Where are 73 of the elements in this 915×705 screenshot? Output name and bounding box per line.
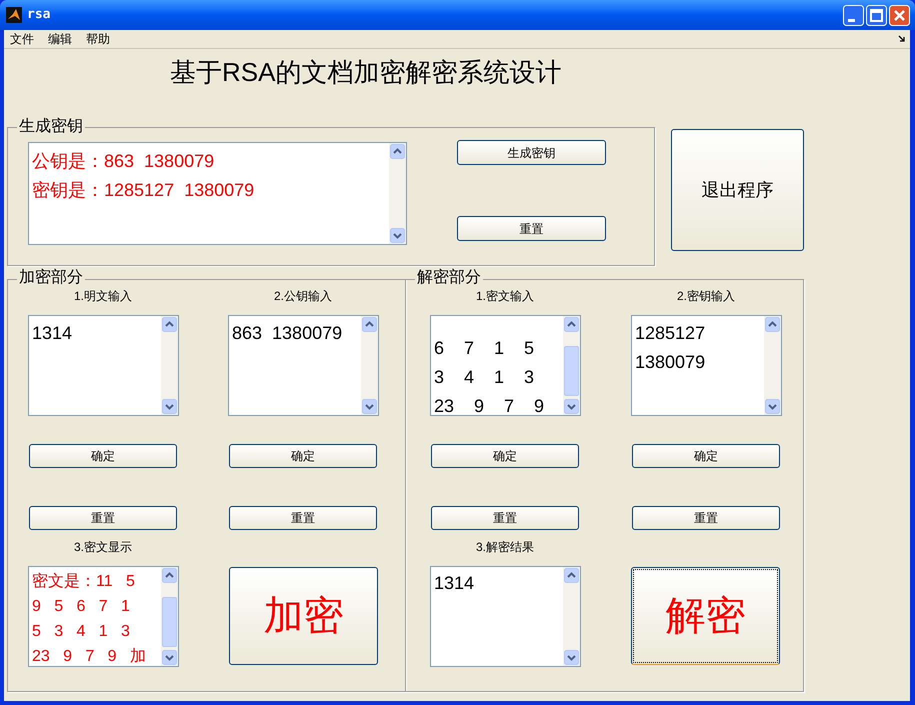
window-title: rsa (27, 7, 50, 23)
field-label: 3.解密结果 (476, 540, 534, 554)
scroll-up-icon[interactable] (390, 144, 405, 159)
scroll-up-icon[interactable] (362, 317, 377, 332)
text-line: 6 7 1 5 (434, 337, 534, 360)
scroll-down-icon[interactable] (564, 650, 579, 665)
field-label: 3.密文显示 (74, 540, 132, 554)
field-label: 1.明文输入 (74, 289, 132, 303)
scroll-up-icon[interactable] (162, 568, 177, 583)
panel-button[interactable]: 确定 (229, 444, 377, 468)
text-box[interactable]: 1314 (28, 315, 179, 416)
panel-button[interactable]: 重置 (457, 216, 606, 241)
scroll-up-icon[interactable] (765, 317, 780, 332)
text-box[interactable]: 6 7 1 5 3 4 1 3 23 9 7 9 (430, 315, 581, 416)
scrollbar[interactable] (161, 316, 178, 415)
panel-button[interactable]: 重置 (29, 506, 177, 530)
scroll-down-icon[interactable] (765, 399, 780, 414)
scrollbar[interactable] (563, 316, 580, 415)
panel-button[interactable]: 生成密钥 (457, 140, 606, 165)
scroll-down-icon[interactable] (564, 399, 579, 414)
action-button[interactable]: 解密 (631, 567, 780, 665)
scroll-down-icon[interactable] (390, 228, 405, 243)
text-line: 1285127 (635, 322, 706, 345)
text-line: 23 9 7 9 加 (32, 646, 146, 666)
scrollbar[interactable] (764, 316, 781, 415)
menu-item[interactable]: 编辑 (48, 32, 72, 46)
text-box[interactable]: 公钥是：863 1380079 密钥是：1285127 1380079 (28, 142, 407, 245)
scroll-up-icon[interactable] (162, 317, 177, 332)
text-line: 1314 (32, 322, 72, 345)
panel-button[interactable]: 确定 (29, 444, 177, 468)
menu-item[interactable]: 文件 (10, 32, 34, 46)
scroll-down-icon[interactable] (362, 399, 377, 414)
scroll-thumb[interactable] (564, 346, 579, 396)
maximize-icon[interactable] (866, 5, 887, 26)
text-box[interactable]: 密文是：11 5 9 5 6 7 1 5 3 4 1 3 23 9 7 9 加 (28, 566, 179, 667)
panel-button[interactable]: 重置 (431, 506, 579, 530)
action-button[interactable]: 加密 (229, 567, 378, 665)
text-line: 1314 (434, 572, 474, 595)
dock-arrow-icon[interactable] (898, 35, 906, 43)
text-line: 公钥是：863 1380079 (32, 150, 214, 173)
exit-button[interactable]: 退出程序 (671, 129, 804, 251)
scrollbar[interactable] (563, 567, 580, 666)
text-line: 9 5 6 7 1 (32, 597, 130, 617)
text-line: 863 1380079 (232, 322, 342, 345)
text-line: 密钥是：1285127 1380079 (32, 179, 254, 202)
field-label: 2.密钥输入 (677, 289, 735, 303)
scroll-thumb[interactable] (162, 597, 177, 647)
app-logo-icon (6, 7, 22, 23)
text-line: 1380079 (635, 351, 706, 374)
field-label: 1.密文输入 (476, 289, 534, 303)
page-heading: 基于RSA的文档加密解密系统设计 (170, 56, 562, 89)
text-line: 3 4 1 3 (434, 366, 534, 389)
scroll-up-icon[interactable] (564, 568, 579, 583)
scroll-down-icon[interactable] (162, 399, 177, 414)
scroll-down-icon[interactable] (162, 650, 177, 665)
field-label: 2.公钥输入 (274, 289, 332, 303)
panel-button[interactable]: 确定 (431, 444, 579, 468)
text-line: 5 3 4 1 3 (32, 622, 130, 642)
scrollbar[interactable] (361, 316, 378, 415)
text-line: 23 9 7 9 (434, 395, 544, 415)
close-icon[interactable] (889, 5, 910, 26)
text-line: 密文是：11 5 (32, 572, 135, 592)
scroll-up-icon[interactable] (564, 317, 579, 332)
scrollbar[interactable] (389, 143, 406, 244)
scrollbar[interactable] (161, 567, 178, 666)
panel-button[interactable]: 重置 (229, 506, 377, 530)
minimize-icon[interactable] (843, 5, 864, 26)
text-box[interactable]: 1285127 1380079 (631, 315, 782, 416)
menu-item[interactable]: 帮助 (86, 32, 110, 46)
text-box[interactable]: 1314 (430, 566, 581, 667)
panel-button[interactable]: 确定 (632, 444, 780, 468)
panel-button[interactable]: 重置 (632, 506, 780, 530)
text-box[interactable]: 863 1380079 (228, 315, 379, 416)
